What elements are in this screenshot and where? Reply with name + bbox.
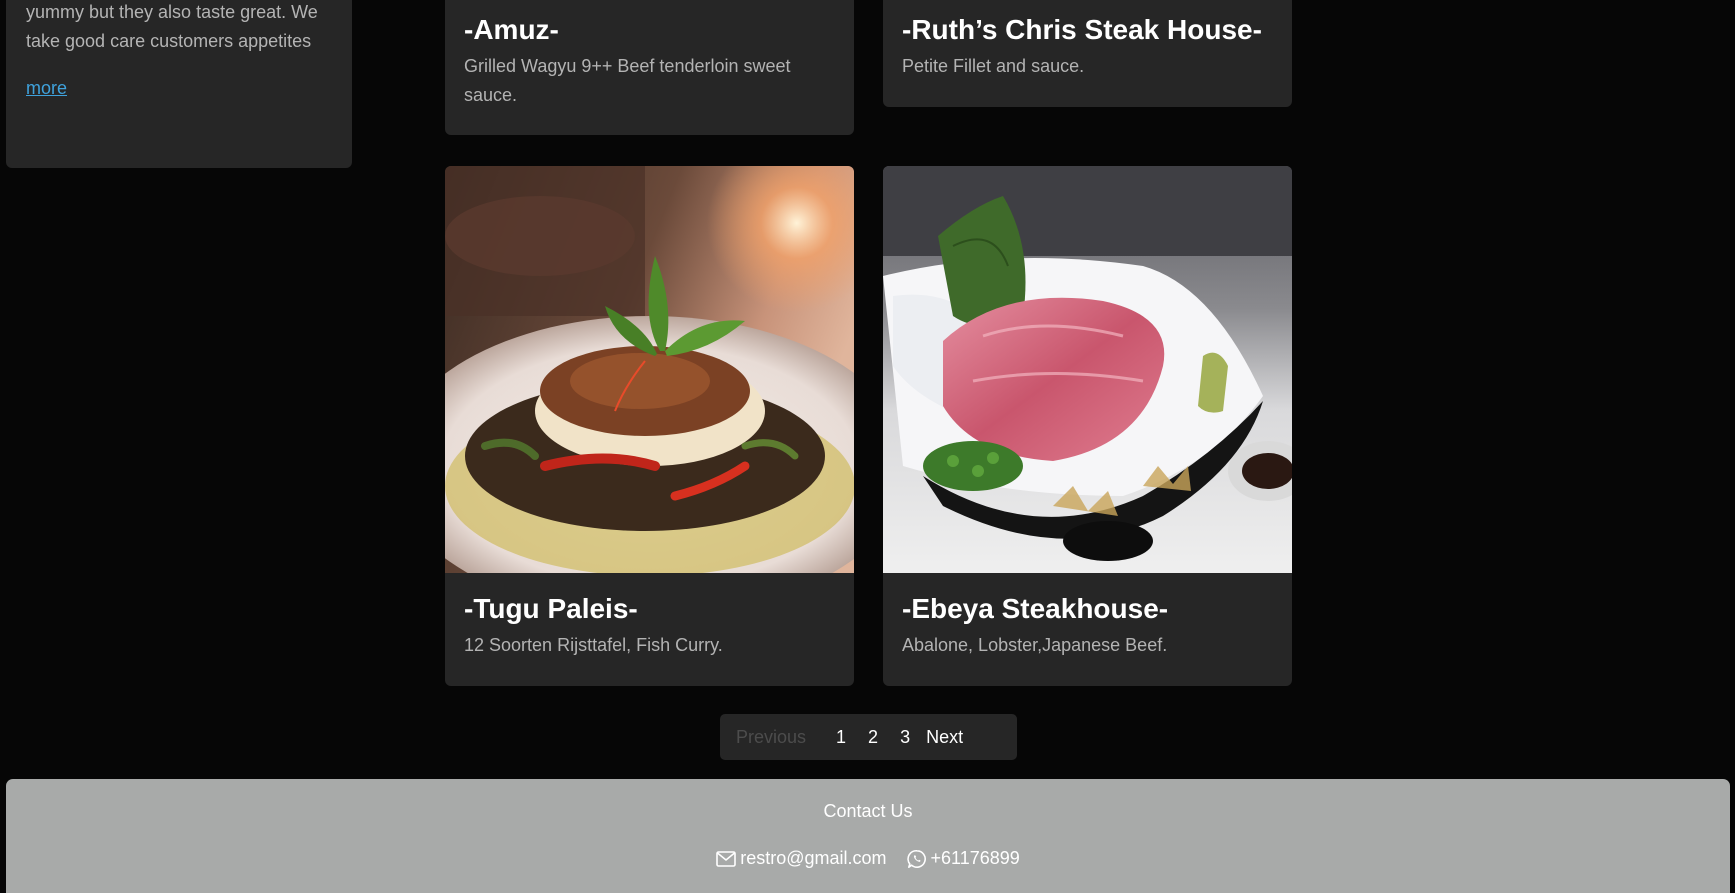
more-link[interactable]: more bbox=[26, 78, 67, 99]
restaurant-card-tugu-paleis[interactable]: -Tugu Paleis- 12 Soorten Rijsttafel, Fis… bbox=[445, 166, 854, 686]
pagination: Previous 1 2 3 Next bbox=[720, 714, 1017, 760]
restaurant-card-ebeya-steakhouse[interactable]: -Ebeya Steakhouse- Abalone, Lobster,Japa… bbox=[883, 166, 1292, 686]
about-text: yummy but they also taste great. We take… bbox=[26, 2, 318, 51]
restaurant-description: Petite Fillet and sauce. bbox=[902, 56, 1085, 76]
page-3-button[interactable]: 3 bbox=[900, 727, 910, 748]
restaurant-card-ruths-chris[interactable]: -Ruth’s Chris Steak House- Petite Fillet… bbox=[883, 0, 1292, 107]
restaurant-name: -Ruth’s Chris Steak House- bbox=[902, 14, 1262, 45]
email-contact[interactable]: restro@gmail.com bbox=[716, 848, 887, 869]
previous-page-button[interactable]: Previous bbox=[736, 727, 806, 748]
footer: Contact Us restro@gmail.com +61176899 bbox=[6, 779, 1730, 893]
contact-row: restro@gmail.com +61176899 bbox=[6, 848, 1730, 869]
wagyu-sashimi-dish-image bbox=[883, 166, 1292, 573]
page: yummy but they also taste great. We take… bbox=[0, 0, 1735, 893]
whatsapp-icon bbox=[906, 849, 926, 868]
envelope-icon bbox=[716, 850, 737, 867]
restaurant-name: -Tugu Paleis- bbox=[464, 593, 638, 624]
about-card: yummy but they also taste great. We take… bbox=[6, 0, 352, 168]
fish-curry-dish-image bbox=[445, 166, 854, 573]
phone-contact[interactable]: +61176899 bbox=[906, 848, 1020, 869]
contact-us-heading: Contact Us bbox=[823, 801, 913, 821]
email-text: restro@gmail.com bbox=[740, 848, 887, 868]
page-1-button[interactable]: 1 bbox=[836, 727, 846, 748]
restaurant-description: Grilled Wagyu 9++ Beef tenderloin sweet … bbox=[464, 56, 791, 105]
page-2-button[interactable]: 2 bbox=[868, 727, 878, 748]
next-page-button[interactable]: Next bbox=[926, 727, 963, 748]
restaurant-description: Abalone, Lobster,Japanese Beef. bbox=[902, 635, 1168, 655]
restaurant-name: -Ebeya Steakhouse- bbox=[902, 593, 1169, 624]
restaurant-card-amuz[interactable]: -Amuz- Grilled Wagyu 9++ Beef tenderloin… bbox=[445, 0, 854, 135]
phone-text: +61176899 bbox=[930, 848, 1020, 868]
restaurant-description: 12 Soorten Rijsttafel, Fish Curry. bbox=[464, 635, 723, 655]
restaurant-name: -Amuz- bbox=[464, 14, 559, 45]
